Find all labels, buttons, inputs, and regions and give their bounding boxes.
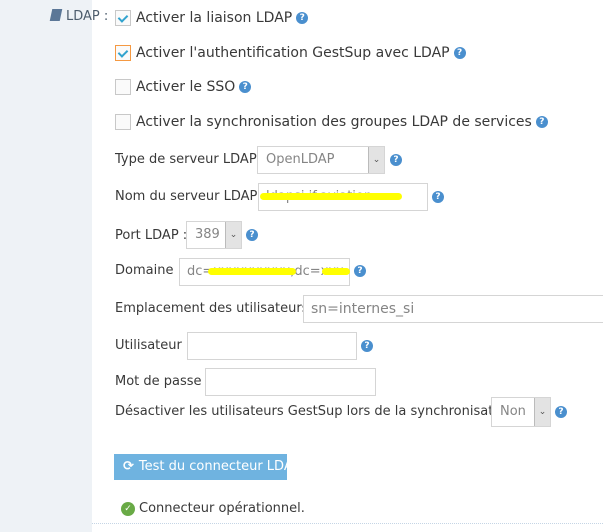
- help-icon[interactable]: ?: [535, 116, 548, 128]
- chevron-down-icon: ⌄: [225, 222, 241, 248]
- help-icon[interactable]: ?: [432, 191, 444, 203]
- redaction-mark: [260, 193, 402, 200]
- checkbox-label: Activer le SSO?: [136, 78, 252, 96]
- checkbox-label: Activer la synchronisation des groupes L…: [136, 113, 548, 131]
- status-text: Connecteur opérationnel.: [139, 501, 305, 516]
- help-icon[interactable]: ?: [361, 340, 373, 352]
- checkbox-label-text: Activer le SSO: [136, 79, 236, 95]
- checkbox-label: Activer l'authentification GestSup avec …: [136, 44, 466, 62]
- help-icon[interactable]: ?: [354, 265, 366, 277]
- help-icon[interactable]: ?: [296, 12, 309, 24]
- test-ldap-button-label: Test du connecteur LDAP: [138, 459, 301, 474]
- chevron-down-icon: ⌄: [368, 147, 384, 173]
- disable-users-label: Désactiver les utilisateurs GestSup lors…: [115, 404, 522, 419]
- users-location-value: sn=internes_si: [311, 301, 415, 317]
- section-label: LDAP :: [49, 9, 109, 24]
- refresh-icon: ⟳: [123, 459, 134, 474]
- checkbox-label: Activer la liaison LDAP?: [136, 9, 309, 27]
- label-column: [0, 0, 92, 532]
- chevron-down-icon: ⌄: [534, 398, 550, 426]
- password-label: Mot de passe :: [115, 374, 211, 389]
- domain-label: Domaine :: [115, 263, 182, 278]
- port-label: Port LDAP :: [115, 228, 188, 243]
- redaction-mark: [208, 268, 296, 275]
- divider: [92, 523, 603, 524]
- checkbox-group-sync[interactable]: [115, 114, 131, 130]
- port-value: 389: [195, 227, 220, 242]
- help-icon[interactable]: ?: [239, 81, 252, 93]
- users-location-label: Emplacement des utilisateurs :: [115, 301, 318, 316]
- checkbox-label-text: Activer la synchronisation des groupes L…: [136, 114, 532, 130]
- port-select[interactable]: 389 ⌄: [186, 221, 242, 249]
- disable-users-select[interactable]: Non ⌄: [491, 397, 551, 427]
- disable-users-value: Non: [500, 404, 526, 419]
- status-message: ✓ Connecteur opérationnel.: [121, 501, 305, 516]
- check-circle-icon: ✓: [121, 501, 135, 516]
- server-type-select[interactable]: OpenLDAP ⌄: [257, 146, 385, 174]
- help-icon[interactable]: ?: [555, 406, 567, 418]
- user-label: Utilisateur :: [115, 338, 191, 353]
- section-label-text: LDAP :: [66, 9, 109, 24]
- checkbox-label-text: Activer la liaison LDAP: [136, 10, 293, 26]
- checkbox-ldap-auth[interactable]: [115, 45, 131, 61]
- checkbox-ldap-link[interactable]: [115, 10, 131, 26]
- password-input[interactable]: [205, 368, 376, 396]
- server-type-label: Type de serveur LDAP :: [115, 152, 266, 167]
- book-icon: [49, 9, 63, 21]
- server-name-label: Nom du serveur LDAP :: [115, 189, 266, 204]
- checkbox-sso[interactable]: [115, 79, 131, 95]
- help-icon[interactable]: ?: [390, 154, 402, 166]
- help-icon[interactable]: ?: [453, 47, 466, 59]
- users-location-input[interactable]: sn=internes_si: [303, 295, 603, 323]
- test-ldap-button[interactable]: ⟳ Test du connecteur LDAP: [114, 454, 301, 480]
- help-icon[interactable]: ?: [246, 229, 258, 241]
- user-input[interactable]: [187, 332, 357, 360]
- server-type-value: OpenLDAP: [266, 152, 335, 167]
- checkbox-label-text: Activer l'authentification GestSup avec …: [136, 45, 450, 61]
- redaction-mark: [322, 268, 350, 275]
